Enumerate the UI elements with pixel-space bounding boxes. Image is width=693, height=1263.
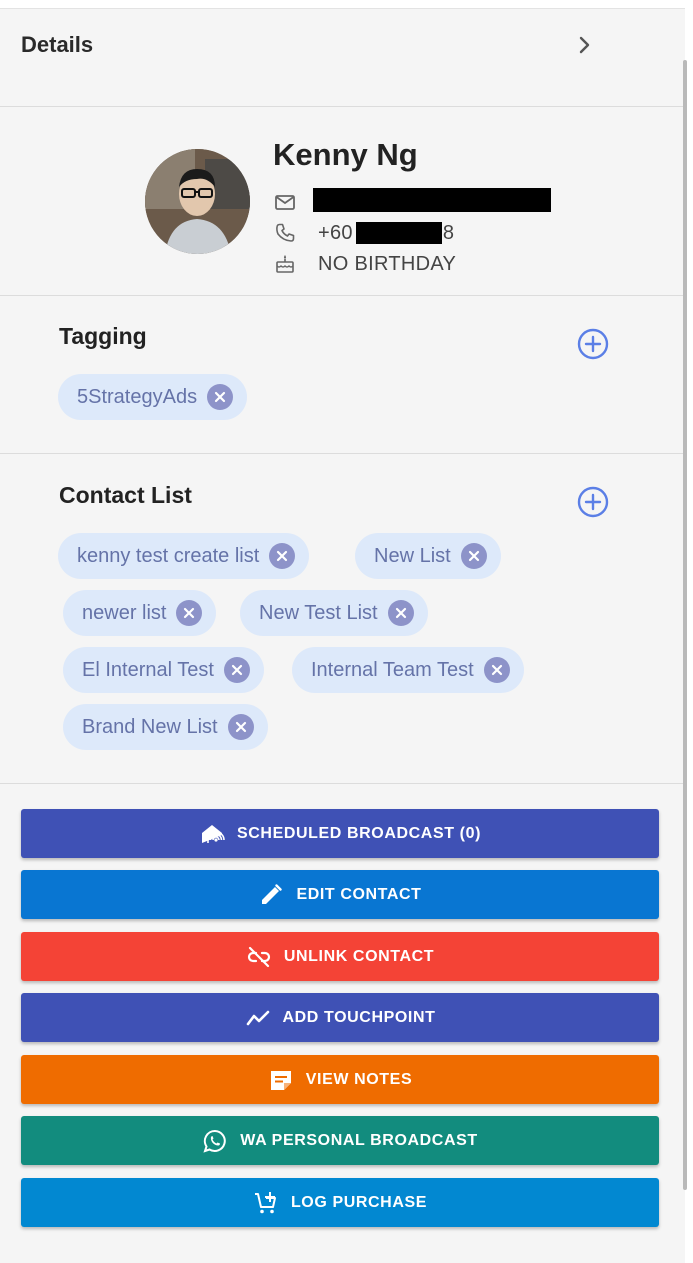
tag-chip-label: 5StrategyAds <box>77 385 198 408</box>
details-header[interactable]: Details <box>0 9 685 107</box>
whatsapp-icon <box>202 1128 228 1154</box>
remove-tag-icon[interactable] <box>207 384 234 410</box>
birthday-row: NO BIRTHDAY <box>273 252 456 276</box>
log-purchase-button[interactable]: LOG PURCHASE <box>21 1178 659 1227</box>
trend-line-icon <box>245 1005 271 1031</box>
view-notes-label: VIEW NOTES <box>305 1070 413 1088</box>
add-touchpoint-label: ADD TOUCHPOINT <box>282 1008 436 1026</box>
remove-list-icon[interactable] <box>269 543 296 569</box>
avatar <box>145 149 250 254</box>
remove-list-icon[interactable] <box>227 714 254 740</box>
edit-contact-button[interactable]: EDIT CONTACT <box>21 870 659 919</box>
phone-redaction <box>355 222 442 244</box>
cake-icon <box>276 255 294 273</box>
remove-list-icon[interactable] <box>483 657 510 683</box>
add-touchpoint-button[interactable]: ADD TOUCHPOINT <box>21 993 659 1042</box>
list-chip-label: New List <box>374 544 451 567</box>
list-chip-label: Brand New List <box>82 715 218 738</box>
email-row <box>273 190 318 214</box>
list-chip[interactable]: newer list <box>63 590 217 636</box>
podcast-icon <box>199 821 225 847</box>
phone-icon <box>276 223 295 242</box>
edit-contact-label: EDIT CONTACT <box>296 885 422 903</box>
details-panel: Details Kenny Ng +60 8 NO BIRTHDAY Taggi… <box>0 8 685 1263</box>
remove-list-icon[interactable] <box>387 600 414 626</box>
wa-personal-broadcast-button[interactable]: WA PERSONAL BROADCAST <box>21 1116 659 1165</box>
log-purchase-label: LOG PURCHASE <box>290 1193 428 1211</box>
list-chip-label: Internal Team Test <box>311 658 474 681</box>
list-chip[interactable]: New Test List <box>240 590 428 636</box>
scheduled-broadcast-button[interactable]: SCHEDULED BROADCAST (0) <box>21 809 659 858</box>
list-chip[interactable]: Internal Team Test <box>292 647 524 693</box>
add-list-icon[interactable] <box>576 485 610 519</box>
list-chip[interactable]: Brand New List <box>63 704 268 750</box>
scrollbar[interactable] <box>683 60 687 1190</box>
unlink-contact-label: UNLINK CONTACT <box>283 947 435 965</box>
list-chip-label: newer list <box>82 601 167 624</box>
unlink-contact-button[interactable]: UNLINK CONTACT <box>21 932 659 981</box>
remove-list-icon[interactable] <box>460 543 487 569</box>
contact-name: Kenny Ng <box>273 137 418 172</box>
cart-plus-icon <box>253 1190 279 1216</box>
email-icon <box>275 195 295 210</box>
phone-prefix: +60 <box>318 221 353 244</box>
unlink-icon <box>246 944 272 970</box>
tagging-section: Tagging 5StrategyAds <box>0 296 685 454</box>
wa-personal-broadcast-label: WA PERSONAL BROADCAST <box>240 1131 478 1149</box>
pencil-icon <box>258 882 284 908</box>
email-redaction <box>313 188 551 212</box>
remove-list-icon[interactable] <box>223 657 250 683</box>
tag-chip[interactable]: 5StrategyAds <box>58 374 248 420</box>
contact-list-title: Contact List <box>59 482 192 508</box>
phone-row: +60 8 <box>273 221 454 245</box>
birthday-text: NO BIRTHDAY <box>318 252 457 275</box>
scheduled-broadcast-label: SCHEDULED BROADCAST (0) <box>236 824 482 842</box>
add-tag-icon[interactable] <box>576 327 610 361</box>
header-title: Details <box>21 32 94 57</box>
list-chip-label: kenny test create list <box>77 544 260 567</box>
chevron-right-icon[interactable] <box>574 35 594 55</box>
list-chip-label: New Test List <box>259 601 378 624</box>
profile-section: Kenny Ng +60 8 NO BIRTHDAY <box>0 107 685 296</box>
list-chip[interactable]: kenny test create list <box>58 533 310 579</box>
list-chip[interactable]: El Internal Test <box>63 647 264 693</box>
list-chip-label: El Internal Test <box>82 658 214 681</box>
tagging-title: Tagging <box>59 323 147 349</box>
list-chip[interactable]: New List <box>355 533 501 579</box>
view-notes-button[interactable]: VIEW NOTES <box>21 1055 659 1104</box>
remove-list-icon[interactable] <box>176 600 203 626</box>
contact-list-section: Contact List kenny test create list New … <box>0 454 685 784</box>
note-icon <box>268 1067 294 1093</box>
phone-suffix: 8 <box>442 221 455 244</box>
